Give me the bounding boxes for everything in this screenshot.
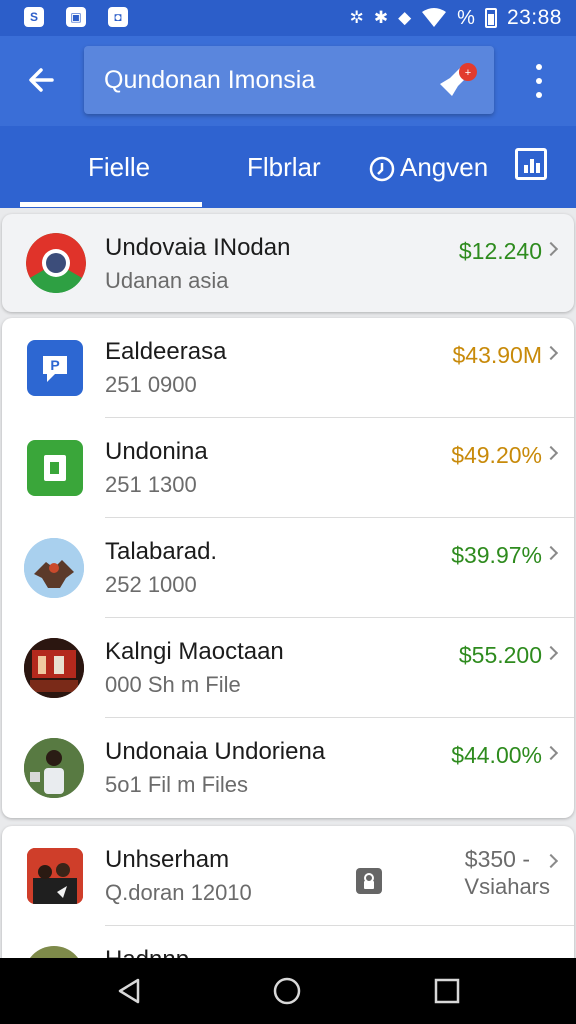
lock-icon [356,868,382,894]
notification-s-icon: S [24,7,44,27]
chevron-right-icon [543,745,559,761]
tab-angven[interactable]: Angven [368,152,488,183]
cast-icon: ◘ [108,7,128,27]
row-subtitle: 251 1300 [105,472,197,497]
tab-indicator [20,202,202,207]
row-title: Ealdeerasa [105,338,227,365]
row-subtitle: 000 Sh m File [105,672,241,697]
wifi-icon [422,8,447,27]
arrow-back-icon [29,68,54,92]
system-nav-bar [0,958,576,1024]
row-value: $39.97% [451,542,542,568]
battery-percent: % [457,6,475,29]
list-item[interactable]: Talabarad. 252 1000 $39.97% [2,518,574,618]
row-title: Unhserham [105,846,230,873]
chevron-right-icon [543,241,559,257]
list-item[interactable]: Undovaia INodan Udanan asia $12.240 [2,214,574,312]
search-text: Qundonan Imonsia [104,66,316,94]
row-value: $44.00% [451,742,542,768]
list-item[interactable]: Kalngi Maoctaan 000 Sh m File $55.200 [2,618,574,718]
home-nav-icon[interactable] [272,976,302,1006]
chevron-right-icon [543,345,559,361]
back-button[interactable] [22,60,62,100]
row-value: $350 - [464,846,530,872]
more-options-button[interactable] [528,64,550,98]
row-title: Undovaia INodan [105,234,291,261]
app-icon-person [24,738,84,798]
row-subtitle: 251 0900 [105,372,197,397]
row-title: Undonina [105,438,208,465]
notification-badge: + [465,67,471,79]
nfc-icon: ✲ [349,8,364,27]
app-icon-dragon [24,538,84,598]
row-subtitle: Udanan asia [105,268,229,293]
chart-icon[interactable] [515,148,547,180]
clock: 23:88 [506,6,562,29]
tab-fielle[interactable]: Fielle [88,152,150,183]
row-subtitle: 5o1 Fil m Files [105,772,249,797]
row-title: Kalngi Maoctaan [105,638,284,665]
row-subtitle: 252 1000 [105,572,197,597]
search-field[interactable]: Qundonan Imonsia + [84,46,494,114]
chrome-icon [26,233,86,293]
app-icon-green [27,440,83,496]
row-value: $12.240 [458,238,542,264]
bluetooth-icon: ✱ [373,8,389,27]
image-icon: ▣ [66,7,86,27]
row-value: $49.20% [451,442,542,468]
chevron-right-icon [543,853,559,869]
row-value: $43.90M [452,342,542,368]
signal-icon: ◆ [398,8,412,27]
recents-nav-icon[interactable] [432,976,462,1006]
status-bar: S ▣ ◘ ✲ ✱ ◆ % 23:88 [0,0,576,36]
row-value-secondary: Vsiahars [464,874,550,899]
app-icon-blue: P [27,340,83,396]
list-item[interactable]: Undonaia Undoriena 5o1 Fil m Files $44.0… [2,718,574,818]
tab-flbrlar[interactable]: Flbrlar [247,152,321,183]
list-top-card: Undovaia INodan Udanan asia $12.240 [2,214,574,312]
tab-bar: Fielle Flbrlar Angven [0,126,576,208]
row-title: Talabarad. [105,538,218,565]
row-subtitle: Q.doran 12010 [105,880,252,905]
chevron-right-icon [543,645,559,661]
chevron-right-icon [543,445,559,461]
row-value: $55.200 [458,642,542,668]
list-item[interactable]: Unhserham Q.doran 12010 $350 - Vsiahars [2,826,574,926]
notification-bell-icon[interactable]: + [436,60,478,102]
row-title: Undonaia Undoriena [105,738,326,765]
battery-icon [484,8,497,28]
tab-angven-label: Angven [400,152,489,182]
clock-icon [369,156,395,182]
app-icon-people [27,848,83,904]
back-nav-icon[interactable] [114,976,144,1006]
list-main-card: P Ealdeerasa 251 0900 $43.90M Undonina 2… [2,318,574,818]
list-item[interactable]: P Ealdeerasa 251 0900 $43.90M [2,318,574,418]
list-item[interactable]: Undonina 251 1300 $49.20% [2,418,574,518]
app-bar: Qundonan Imonsia + [0,36,576,126]
app-icon-photo [24,638,84,698]
chevron-right-icon [543,545,559,561]
svg-text:P: P [50,357,59,373]
